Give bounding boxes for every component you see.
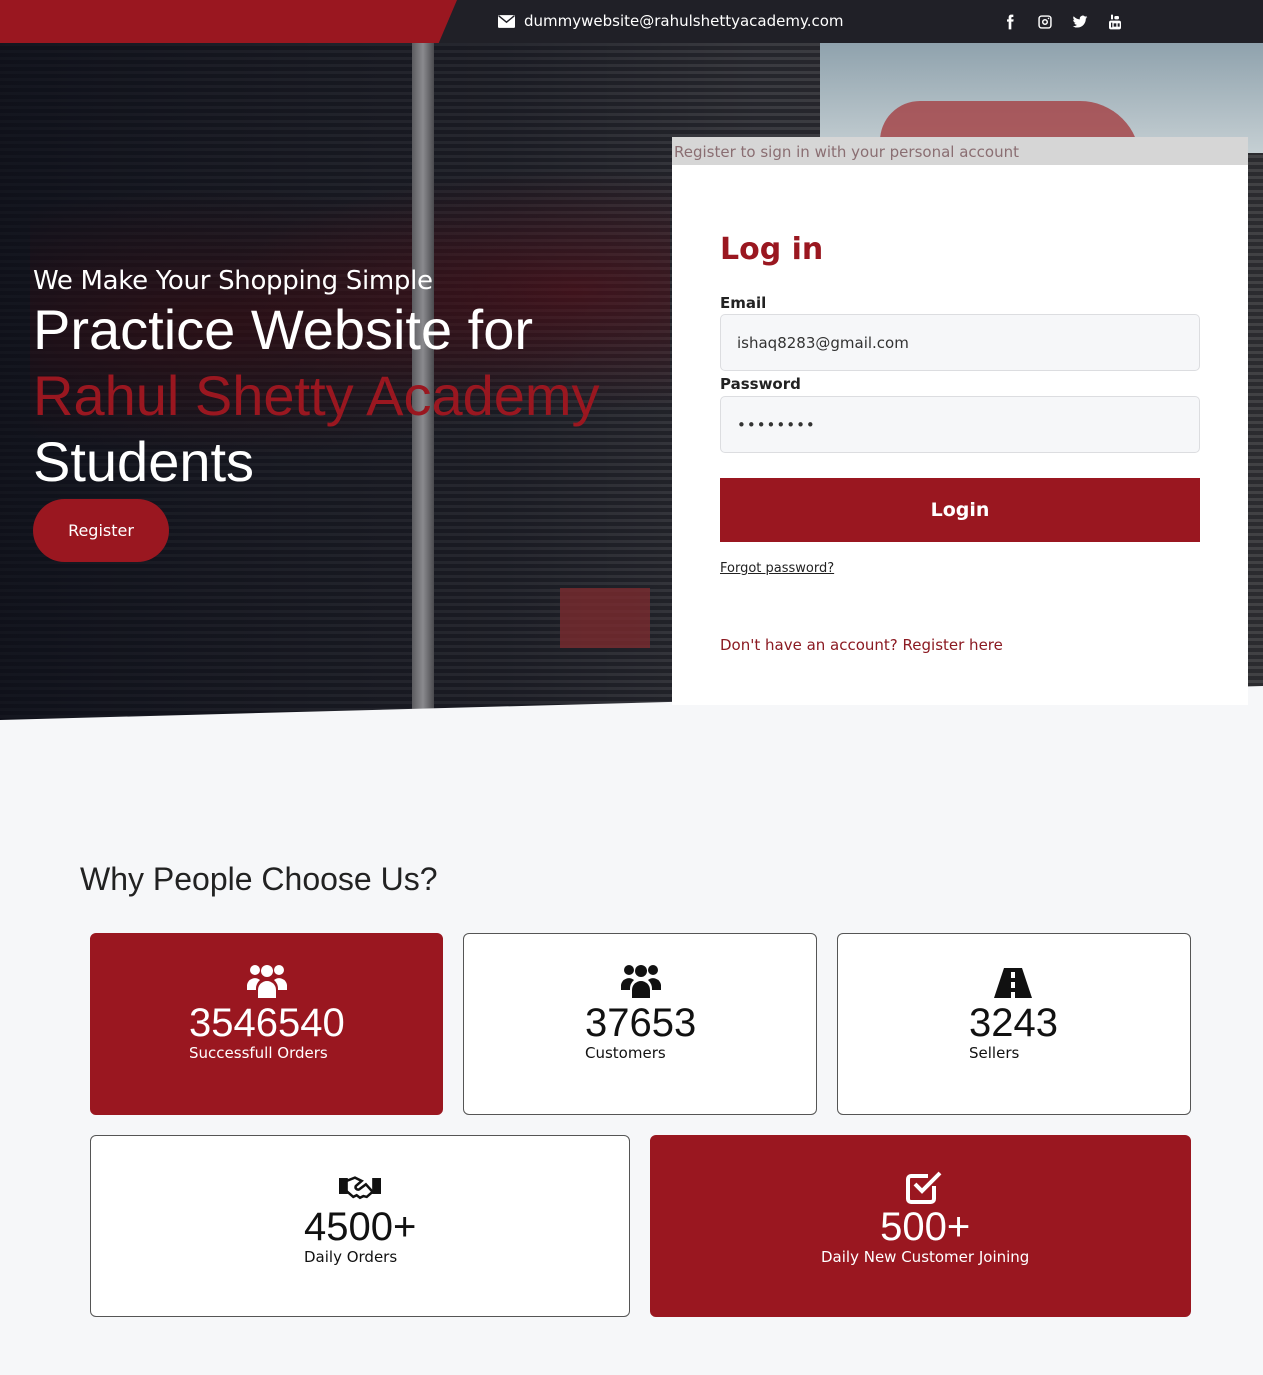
facebook-icon[interactable] (1000, 12, 1019, 31)
password-field[interactable] (720, 396, 1200, 453)
password-label: Password (720, 375, 801, 393)
stat-card-daily-orders: 4500+ Daily Orders (90, 1135, 630, 1317)
stat-value: 500+ (880, 1205, 971, 1249)
why-section-title: Why People Choose Us? (80, 861, 438, 897)
forgot-password-link[interactable]: Forgot password? (720, 561, 834, 576)
road-icon (992, 962, 1034, 1002)
users-icon (246, 962, 288, 1002)
stat-value: 3243 (969, 1001, 1058, 1045)
top-bar-red-wedge (0, 0, 457, 43)
stat-card-new-customers: 500+ Daily New Customer Joining (650, 1135, 1191, 1317)
stat-value: 37653 (585, 1001, 697, 1045)
hero-subtitle: We Make Your Shopping Simple (33, 266, 433, 296)
stat-label: Customers (585, 1044, 666, 1062)
login-button[interactable]: Login (720, 478, 1200, 542)
contact-email-text: dummywebsite@rahulshettyacademy.com (524, 12, 844, 30)
hero-title: Practice Website for Rahul Shetty Academ… (33, 297, 600, 495)
stat-label: Sellers (969, 1044, 1020, 1062)
youtube-icon[interactable] (1105, 12, 1124, 31)
hero-title-line-2: Rahul Shetty Academy (33, 364, 600, 427)
stat-label: Successfull Orders (189, 1044, 328, 1062)
register-here-link[interactable]: Don't have an account? Register here (720, 636, 1003, 654)
stat-card-customers: 37653 Customers (463, 933, 817, 1115)
email-field[interactable] (720, 314, 1200, 371)
stat-label: Daily Orders (304, 1248, 398, 1266)
stat-card-orders: 3546540 Successfull Orders (90, 933, 443, 1115)
users-icon (620, 962, 662, 1002)
mail-icon (498, 14, 515, 28)
hero-text: We Make Your Shopping Simple Practice We… (33, 265, 600, 495)
hero-title-line-3: Students (33, 430, 255, 493)
login-banner: Register to sign in with your personal a… (672, 137, 1248, 165)
hero-register-button[interactable]: Register (33, 499, 169, 562)
login-card: Register to sign in with your personal a… (672, 137, 1248, 705)
twitter-icon[interactable] (1070, 12, 1089, 31)
stat-value: 4500+ (304, 1205, 417, 1249)
hero-title-line-1: Practice Website for (33, 298, 534, 361)
handshake-icon (339, 1166, 382, 1206)
check-square-icon (904, 1166, 946, 1206)
stat-label: Daily New Customer Joining (821, 1248, 1030, 1266)
login-title: Log in (720, 232, 824, 267)
instagram-icon[interactable] (1035, 12, 1054, 31)
stat-value: 3546540 (189, 1001, 345, 1045)
top-bar: dummywebsite@rahulshettyacademy.com (0, 0, 1263, 43)
hero-background-detail (560, 588, 650, 648)
email-label: Email (720, 294, 767, 312)
stat-card-sellers: 3243 Sellers (837, 933, 1191, 1115)
social-links (1000, 12, 1124, 31)
contact-email[interactable]: dummywebsite@rahulshettyacademy.com (498, 12, 844, 30)
